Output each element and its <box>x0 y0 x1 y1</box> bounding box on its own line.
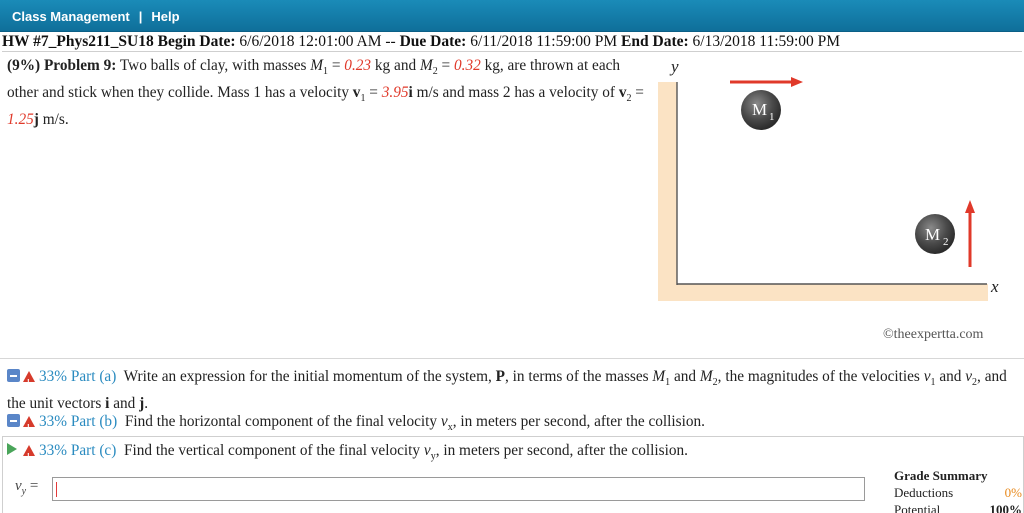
expand-part-c-icon[interactable] <box>7 443 17 455</box>
part-a-row[interactable]: 33% Part (a) Write an expression for the… <box>7 366 1017 414</box>
arrow-2-head <box>965 200 975 213</box>
m1-value: 0.23 <box>344 57 372 74</box>
begin-date-label: Begin Date: <box>157 33 236 50</box>
top-nav-bar: Class Management | Help <box>0 0 1024 32</box>
arrow-1-head <box>791 77 803 87</box>
text-caret <box>56 482 57 497</box>
due-date-label: Due Date: <box>399 33 467 50</box>
ball-m2-label: M <box>925 225 940 244</box>
assignment-title: HW #7_Phys211_SU18 <box>2 33 154 50</box>
grade-summary: Grade Summary Deductions 0% Potential 10… <box>894 468 1022 513</box>
grade-summary-title: Grade Summary <box>894 468 988 483</box>
deductions-label: Deductions <box>894 485 954 500</box>
problem-statement: (9%) Problem 9: Two balls of clay, with … <box>7 57 644 129</box>
x-axis-shadow <box>658 284 988 301</box>
class-management-link[interactable]: Class Management <box>12 9 130 24</box>
due-date-value: 6/11/2018 11:59:00 PM <box>470 33 618 50</box>
v1-value: 3.95 <box>381 84 409 102</box>
y-axis-shadow <box>658 82 677 300</box>
part-c-row[interactable]: 33% Part (c) Find the vertical component… <box>7 440 688 467</box>
part-c-label: 33% Part (c) <box>39 442 117 459</box>
part-b-text-post: , in meters per second, after the collis… <box>452 413 706 430</box>
date-dash: -- <box>385 33 396 50</box>
part-b-row[interactable]: 33% Part (b) Find the horizontal compone… <box>7 411 705 438</box>
x-axis-label: x <box>990 277 999 296</box>
warning-icon <box>23 371 35 393</box>
deductions-row: Deductions 0% <box>894 485 1022 501</box>
potential-row: Potential 100% <box>894 502 1022 513</box>
ball-m1-label: M <box>752 100 767 119</box>
y-axis-label: y <box>669 57 679 76</box>
v2-value: 1.25 <box>7 111 34 129</box>
problem-header: (9%) Problem 9: <box>7 57 117 74</box>
part-b-text-pre: Find the horizontal component of the fin… <box>124 413 438 430</box>
ball-m2-sub: 2 <box>943 236 949 248</box>
collision-diagram: y x M 1 M 2 <box>658 57 999 301</box>
help-link[interactable]: Help <box>151 9 179 24</box>
deductions-value: 0% <box>1004 485 1022 500</box>
warning-icon <box>23 416 35 438</box>
end-date-label: End Date: <box>621 33 689 50</box>
assignment-header: HW #7_Phys211_SU18 Begin Date: 6/6/2018 … <box>2 33 1022 52</box>
potential-label: Potential <box>894 502 941 513</box>
part-a-label: 33% Part (a) <box>39 368 117 385</box>
collapse-part-b-icon[interactable] <box>7 414 20 427</box>
part-c-text-pre: Find the vertical component of the final… <box>123 442 421 459</box>
copyright-notice: ©theexpertta.com <box>883 327 984 342</box>
collapse-part-a-icon[interactable] <box>7 369 20 382</box>
ball-m1-sub: 1 <box>769 111 775 123</box>
nav-separator: | <box>138 9 143 24</box>
answer-label: vy = <box>15 478 39 497</box>
part-c-text-post: , in meters per second, after the collis… <box>435 442 689 459</box>
warning-icon <box>23 445 35 467</box>
end-date-value: 6/13/2018 11:59:00 PM <box>692 33 841 50</box>
potential-value: 100% <box>989 502 1023 513</box>
part-b-label: 33% Part (b) <box>39 413 118 430</box>
parts-divider <box>0 358 1024 359</box>
begin-date-value: 6/6/2018 12:01:00 AM <box>239 33 382 50</box>
m2-value: 0.32 <box>453 57 481 74</box>
answer-input[interactable] <box>52 477 865 501</box>
